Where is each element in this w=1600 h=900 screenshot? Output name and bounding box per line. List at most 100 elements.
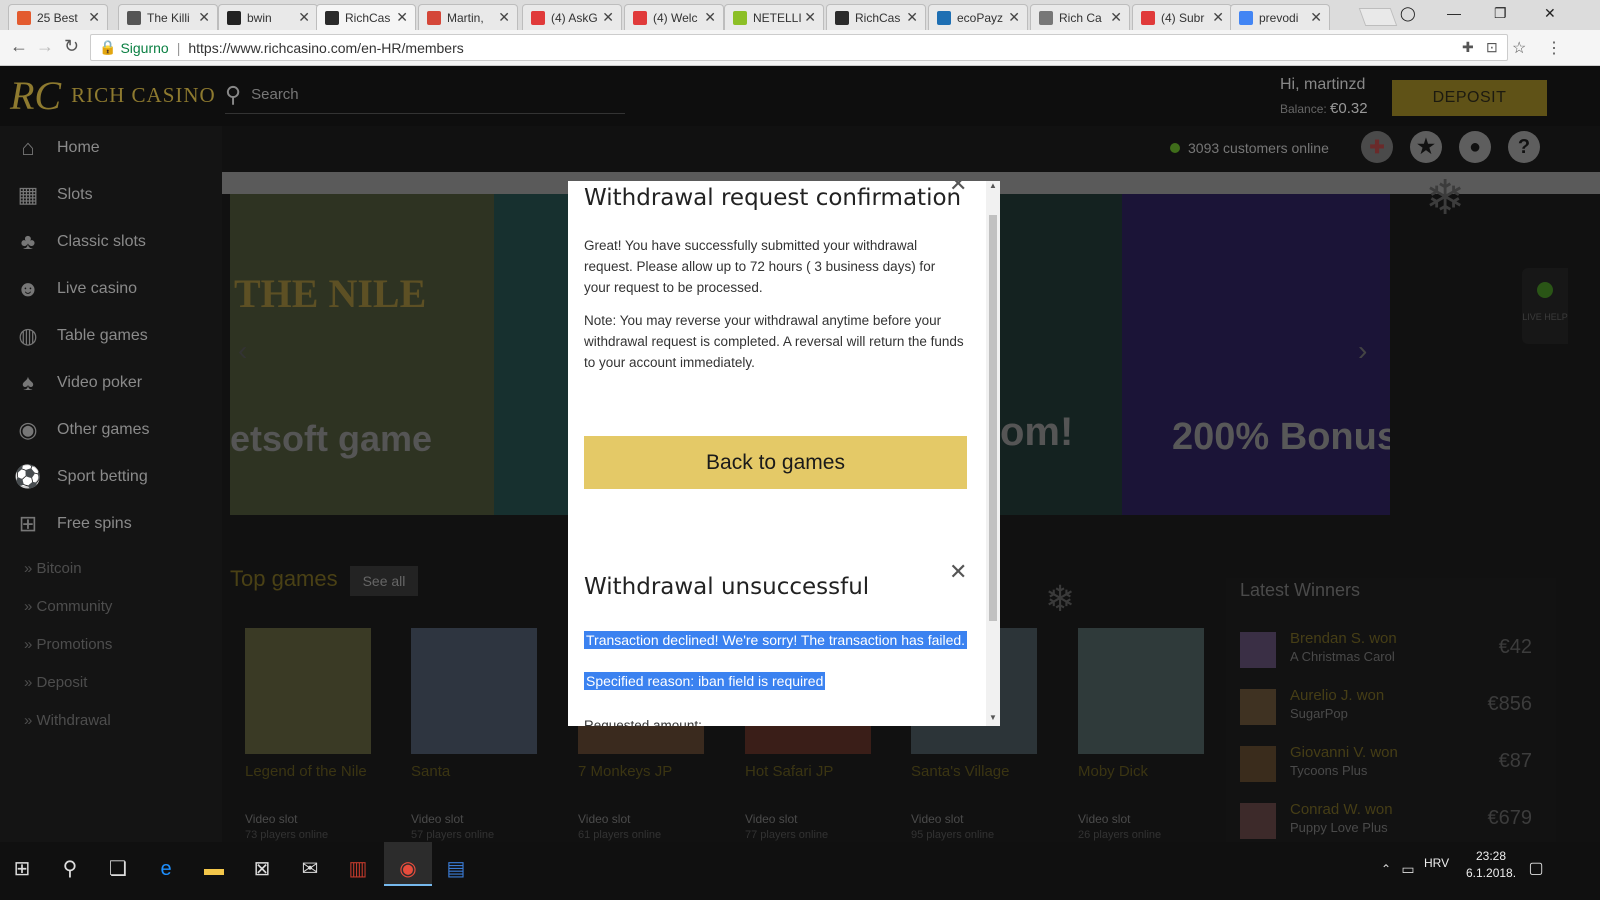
browser-tab[interactable]: Martin, ✕ bbox=[418, 4, 518, 30]
browser-tab[interactable]: RichCas ✕ bbox=[316, 4, 416, 30]
translate-icon[interactable]: ⊡ bbox=[1486, 39, 1498, 56]
browser-tab[interactable]: ecoPayz ✕ bbox=[928, 4, 1028, 30]
chrome-icon[interactable]: ◉ bbox=[394, 855, 422, 883]
profile-icon[interactable]: ◯ bbox=[1400, 5, 1416, 22]
sidebar-subitem[interactable]: » Promotions bbox=[24, 636, 112, 653]
clock[interactable]: 23:28 6.1.2018. bbox=[1466, 848, 1516, 882]
windows-start-icon[interactable]: ⊞ bbox=[8, 855, 36, 883]
back-to-games-button[interactable]: Back to games bbox=[584, 436, 967, 489]
see-all-button[interactable]: See all bbox=[350, 566, 418, 596]
live-help-widget[interactable]: LIVE HELP bbox=[1522, 268, 1568, 344]
tab-close-icon[interactable]: ✕ bbox=[198, 9, 210, 26]
browser-tab[interactable]: 25 Best ✕ bbox=[8, 4, 108, 30]
uk-flag-icon[interactable]: ✚ bbox=[1361, 131, 1393, 163]
browser-tab[interactable]: (4) AskG ✕ bbox=[522, 4, 622, 30]
close-icon[interactable]: ✕ bbox=[949, 181, 967, 197]
winner-row[interactable]: Aurelio J. won SugarPop €856 bbox=[1240, 687, 1550, 737]
chrome-menu-icon[interactable]: ⋮ bbox=[1546, 38, 1562, 58]
game-thumbnail[interactable] bbox=[1078, 628, 1204, 754]
tab-close-icon[interactable]: ✕ bbox=[498, 9, 510, 26]
tab-close-icon[interactable]: ✕ bbox=[906, 9, 918, 26]
popcorn-app-icon[interactable]: ▥ bbox=[344, 855, 372, 883]
site-header: RC RICH CASINO ⚲ Search Hi, martinzd Bal… bbox=[0, 66, 1600, 126]
sidebar-item[interactable]: ◍ Table games bbox=[14, 316, 147, 356]
tab-close-icon[interactable]: ✕ bbox=[1212, 9, 1224, 26]
maximize-icon[interactable]: ❐ bbox=[1494, 5, 1507, 22]
sidebar-item[interactable]: ⚽ Sport betting bbox=[14, 457, 147, 497]
tab-close-icon[interactable]: ✕ bbox=[1110, 9, 1122, 26]
tab-close-icon[interactable]: ✕ bbox=[1310, 9, 1322, 26]
extension-icon[interactable]: ✚ bbox=[1462, 39, 1474, 56]
new-tab-button[interactable] bbox=[1358, 8, 1398, 26]
winner-row[interactable]: Brendan S. won A Christmas Carol €42 bbox=[1240, 630, 1550, 680]
sidebar-subitem[interactable]: » Withdrawal bbox=[24, 712, 111, 729]
sidebar-item[interactable]: ▦ Slots bbox=[14, 175, 93, 215]
search-field[interactable]: ⚲ Search bbox=[225, 76, 625, 114]
winner-row[interactable]: Giovanni V. won Tycoons Plus €87 bbox=[1240, 744, 1550, 794]
close-window-icon[interactable]: ✕ bbox=[1544, 5, 1556, 22]
notifications-icon[interactable]: ▢ bbox=[1522, 855, 1550, 883]
game-thumbnail[interactable] bbox=[411, 628, 537, 754]
tab-close-icon[interactable]: ✕ bbox=[804, 9, 816, 26]
file-explorer-icon[interactable]: ▬ bbox=[200, 855, 228, 883]
game-thumbnail[interactable] bbox=[245, 628, 371, 754]
edge-icon[interactable]: e bbox=[152, 855, 180, 883]
modal-scrollbar-thumb[interactable] bbox=[989, 215, 997, 621]
browser-tab[interactable]: The Killi ✕ bbox=[118, 4, 218, 30]
sidebar-item[interactable]: ◉ Other games bbox=[14, 410, 149, 450]
site-logo[interactable]: RC RICH CASINO bbox=[10, 72, 216, 119]
browser-tab[interactable]: prevodi ✕ bbox=[1230, 4, 1330, 30]
tab-close-icon[interactable]: ✕ bbox=[88, 9, 100, 26]
language-indicator[interactable]: HRV bbox=[1424, 856, 1449, 870]
back-icon[interactable]: ← bbox=[10, 36, 28, 57]
favorites-star-icon[interactable]: ★ bbox=[1410, 131, 1442, 163]
account-icon[interactable]: ● bbox=[1459, 131, 1491, 163]
tab-close-icon[interactable]: ✕ bbox=[602, 9, 614, 26]
tab-close-icon[interactable]: ✕ bbox=[1008, 9, 1020, 26]
reload-icon[interactable]: ↻ bbox=[64, 36, 79, 57]
sidebar-subitem[interactable]: » Community bbox=[24, 598, 112, 615]
help-icon[interactable]: ? bbox=[1508, 131, 1540, 163]
browser-tab[interactable]: (4) Welc ✕ bbox=[624, 4, 724, 30]
sidebar-item[interactable]: ⌂ Home bbox=[14, 128, 99, 168]
browser-tab[interactable]: RichCas ✕ bbox=[826, 4, 926, 30]
tab-title: 25 Best bbox=[37, 10, 78, 25]
banner-next-icon[interactable]: › bbox=[1358, 335, 1367, 367]
game-card[interactable]: Legend of the Nile Video slot 73 players o… bbox=[231, 628, 381, 842]
search-icon[interactable]: ⚲ bbox=[56, 855, 84, 883]
browser-tab[interactable]: bwin ✕ bbox=[218, 4, 318, 30]
task-view-icon[interactable]: ❏ bbox=[104, 855, 132, 883]
game-type: Video slot bbox=[245, 812, 298, 826]
browser-tab[interactable]: (4) Subr ✕ bbox=[1132, 4, 1232, 30]
mail-icon[interactable]: ✉ bbox=[296, 855, 324, 883]
browser-tab[interactable]: Rich Ca ✕ bbox=[1030, 4, 1130, 30]
game-card[interactable]: Moby Dick Video slot 26 players online bbox=[1064, 628, 1214, 842]
search-placeholder: Search bbox=[251, 86, 299, 103]
deposit-button[interactable]: DEPOSIT bbox=[1392, 80, 1547, 116]
bookmark-star-icon[interactable]: ☆ bbox=[1512, 38, 1526, 58]
tab-favicon-icon bbox=[325, 10, 339, 25]
sidebar-item[interactable]: ☻ Live casino bbox=[14, 269, 137, 309]
forward-icon[interactable]: → bbox=[36, 36, 54, 57]
sidebar-item[interactable]: ⊞ Free spins bbox=[14, 504, 132, 544]
browser-tab[interactable]: NETELLI ✕ bbox=[724, 4, 824, 30]
balance: Balance: €0.32 bbox=[1280, 100, 1368, 117]
scroll-down-icon[interactable]: ▼ bbox=[989, 713, 997, 722]
network-icon[interactable]: ▭ bbox=[1394, 855, 1422, 883]
modal-scrollbar[interactable]: ▲ ▼ bbox=[986, 181, 1000, 726]
banner-prev-icon[interactable]: ‹ bbox=[238, 335, 247, 367]
tab-close-icon[interactable]: ✕ bbox=[396, 9, 408, 26]
app-icon[interactable]: ▤ bbox=[442, 855, 470, 883]
sidebar-item[interactable]: ♣ Classic slots bbox=[14, 222, 146, 262]
close-icon[interactable]: ✕ bbox=[949, 559, 967, 585]
minimize-icon[interactable]: — bbox=[1447, 5, 1461, 21]
tab-close-icon[interactable]: ✕ bbox=[298, 9, 310, 26]
scroll-up-icon[interactable]: ▲ bbox=[989, 181, 997, 190]
sidebar-item[interactable]: ♠ Video poker bbox=[14, 363, 142, 403]
sidebar-subitem[interactable]: » Deposit bbox=[24, 674, 87, 691]
store-icon[interactable]: ⊠ bbox=[248, 855, 276, 883]
sidebar-subitem[interactable]: » Bitcoin bbox=[24, 560, 82, 577]
tab-close-icon[interactable]: ✕ bbox=[704, 9, 716, 26]
game-card[interactable]: Santa Video slot 57 players online bbox=[397, 628, 547, 842]
url-field[interactable]: 🔒 Sigurno | https://www.richcasino.com/e… bbox=[90, 34, 1508, 61]
